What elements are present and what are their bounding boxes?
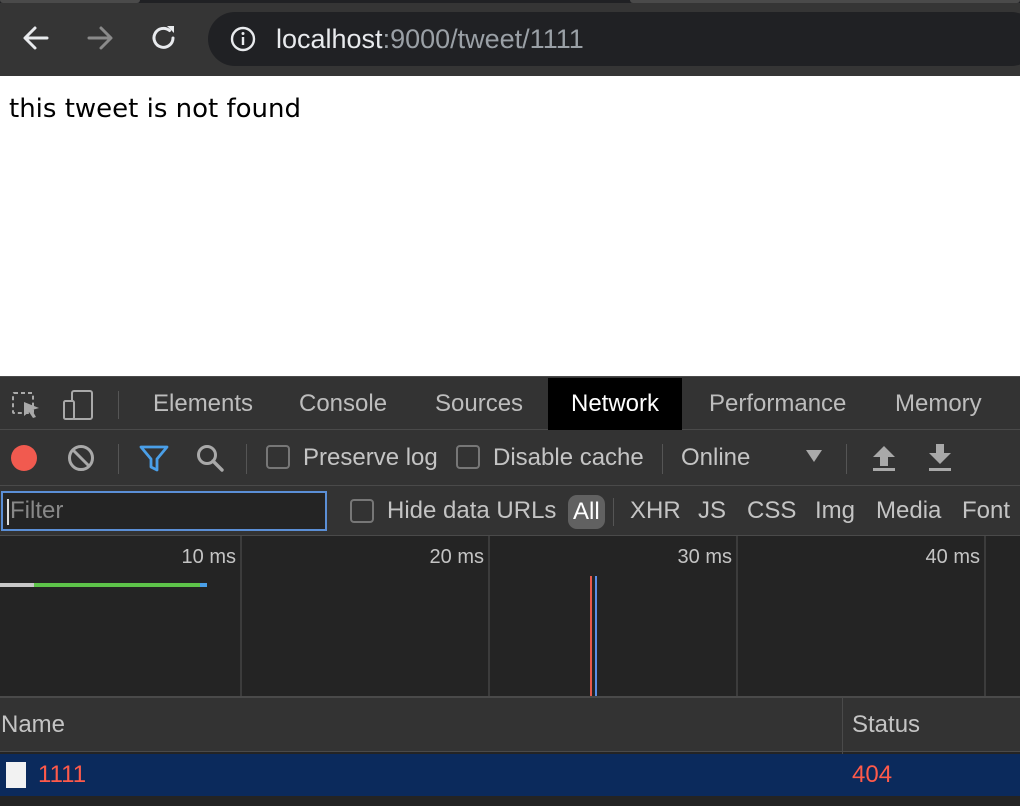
type-filter-font[interactable]: Font [962, 486, 1010, 536]
arrow-left-icon [23, 26, 49, 50]
tab-performance[interactable]: Performance [686, 378, 869, 430]
load-event-marker [590, 576, 592, 696]
hide-data-urls-label[interactable]: Hide data URLs [387, 486, 556, 536]
tab-memory[interactable]: Memory [872, 378, 1005, 430]
reload-button[interactable] [146, 20, 182, 56]
back-button[interactable] [18, 20, 54, 56]
overview-gridline [240, 536, 242, 696]
clear-icon[interactable] [66, 443, 96, 473]
type-filter-media[interactable]: Media [876, 486, 941, 536]
domcontentloaded-marker [595, 576, 597, 696]
preserve-log-checkbox[interactable] [266, 445, 290, 469]
tab-sources[interactable]: Sources [412, 378, 546, 430]
column-header-name[interactable]: Name [1, 698, 65, 752]
request-status: 404 [852, 761, 893, 788]
browser-tab[interactable] [0, 0, 140, 3]
browser-toolbar: localhost:9000/tweet/1111 [0, 0, 1020, 76]
toolbar-divider [662, 444, 663, 474]
page-body-text: this tweet is not found [9, 94, 302, 124]
text-caret [7, 498, 9, 525]
request-ttfb-bar [34, 583, 200, 587]
toolbar-divider [118, 444, 119, 474]
overview-gridline [488, 536, 490, 696]
filter-input[interactable]: Filter [1, 491, 327, 531]
throttling-select[interactable]: Online [681, 430, 750, 486]
type-filter-js[interactable]: JS [698, 486, 726, 536]
toolbar-divider [246, 444, 247, 474]
request-download-bar [200, 583, 207, 587]
disable-cache-label[interactable]: Disable cache [493, 430, 644, 486]
network-toolbar: Preserve log Disable cache Online [0, 430, 1020, 486]
url-text[interactable]: localhost:9000/tweet/1111 [276, 24, 584, 54]
request-name[interactable]: 1111 [38, 754, 86, 796]
record-icon[interactable] [9, 443, 39, 473]
inspect-element-icon[interactable] [10, 389, 42, 421]
overview-gridline [736, 536, 738, 696]
devtools-tab-bar: Elements Console Sources Network Perform… [0, 376, 1020, 430]
request-waiting-bar [0, 583, 34, 587]
tab-bar-divider [118, 391, 119, 419]
toolbar-divider [846, 444, 847, 474]
table-row[interactable]: 1111 404 [0, 754, 1020, 796]
request-table-header: Name Status [0, 696, 1020, 752]
export-har-icon[interactable] [925, 443, 955, 473]
reload-icon [152, 26, 175, 49]
forward-button[interactable] [82, 20, 118, 56]
type-filter-all[interactable]: All [568, 495, 605, 529]
tab-network[interactable]: Network [548, 378, 683, 430]
disable-cache-checkbox[interactable] [456, 445, 480, 469]
column-header-status[interactable]: Status [852, 698, 920, 752]
search-icon[interactable] [195, 443, 225, 473]
url-host: localhost [276, 24, 383, 54]
overview-tick-label: 20 ms [429, 546, 484, 568]
filter-bar: Filter Hide data URLs All XHR JS CSS Img… [0, 486, 1020, 536]
page-viewport: this tweet is not found [0, 76, 1020, 376]
type-filter-xhr[interactable]: XHR [630, 486, 681, 536]
overview-tick-label: 30 ms [677, 546, 732, 568]
import-har-icon[interactable] [869, 443, 899, 473]
filter-divider [613, 498, 614, 526]
tab-strip [0, 0, 1020, 3]
tab-elements[interactable]: Elements [130, 378, 276, 430]
info-icon[interactable] [230, 26, 256, 52]
tab-console[interactable]: Console [276, 378, 410, 430]
address-bar[interactable]: localhost:9000/tweet/1111 [208, 12, 1020, 66]
chevron-down-icon[interactable] [806, 450, 822, 462]
preserve-log-label[interactable]: Preserve log [303, 430, 438, 486]
overview-gridline [984, 536, 986, 696]
arrow-right-icon [87, 26, 113, 50]
overview-tick-label: 10 ms [181, 546, 236, 568]
filter-icon[interactable] [139, 443, 169, 473]
document-icon [6, 762, 26, 788]
browser-tab[interactable] [630, 0, 1020, 3]
device-toggle-icon[interactable] [62, 389, 94, 421]
overview-tick-label: 40 ms [925, 546, 980, 568]
table-empty-area [0, 796, 1020, 806]
network-overview[interactable]: 10 ms 20 ms 30 ms 40 ms [0, 536, 1020, 696]
hide-data-urls-checkbox[interactable] [350, 499, 374, 523]
devtools-panel: Elements Console Sources Network Perform… [0, 376, 1020, 806]
type-filter-css[interactable]: CSS [747, 486, 796, 536]
url-path: :9000/tweet/1111 [382, 24, 584, 54]
filter-placeholder: Filter [10, 497, 64, 524]
type-filter-img[interactable]: Img [815, 486, 855, 536]
